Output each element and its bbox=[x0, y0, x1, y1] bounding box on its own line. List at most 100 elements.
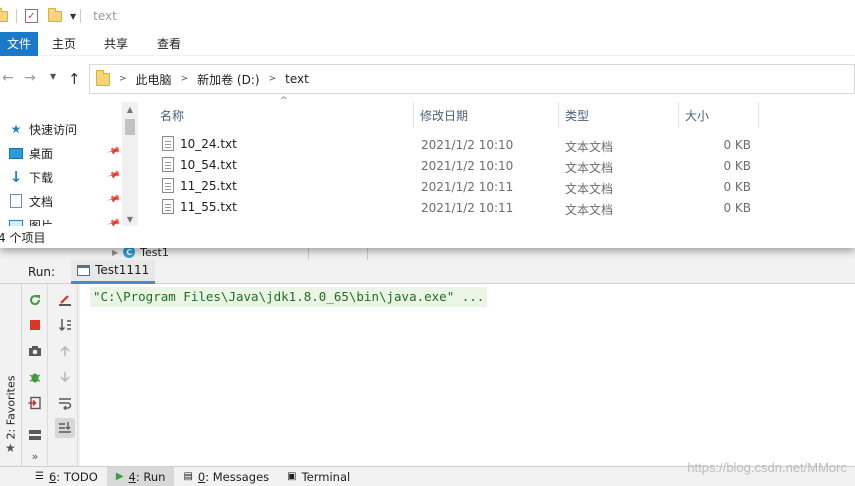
breadcrumb-this-pc[interactable]: 此电脑 bbox=[136, 71, 172, 88]
pin-icon[interactable]: 📌 bbox=[106, 217, 121, 226]
run-toolbar-primary: » bbox=[22, 284, 48, 466]
down-arrow-icon[interactable] bbox=[55, 367, 75, 387]
expand-arrow-icon[interactable]: ▶ bbox=[112, 248, 118, 257]
stop-icon[interactable] bbox=[25, 315, 45, 335]
up-arrow-icon[interactable]: ↑ bbox=[68, 70, 81, 88]
nav-item-label: 图片 bbox=[29, 218, 54, 227]
terminal-icon: ▣ bbox=[287, 471, 297, 482]
item-count: 4 个项目 bbox=[0, 230, 46, 245]
bug-icon[interactable] bbox=[25, 367, 45, 387]
more-icon[interactable]: » bbox=[25, 446, 45, 466]
messages-tool-button[interactable]: ▤ 0: Messages bbox=[174, 467, 278, 486]
chevron-right-icon[interactable]: > bbox=[119, 74, 127, 84]
file-size: 0 KB bbox=[723, 159, 751, 173]
column-headers: 名称 修改日期 类型 大小 bbox=[140, 102, 855, 128]
folder-icon bbox=[96, 69, 110, 86]
file-type: 文本文档 bbox=[565, 182, 614, 196]
column-header-name[interactable]: 名称 bbox=[154, 102, 414, 128]
tab-view[interactable]: 查看 bbox=[157, 35, 181, 52]
file-type: 文本文档 bbox=[565, 203, 614, 217]
text-file-icon bbox=[162, 178, 174, 193]
nav-item-pictures[interactable]: 图片 bbox=[8, 215, 53, 226]
pin-icon[interactable]: 📌 bbox=[106, 169, 121, 183]
file-explorer-window: ✓ ▼ text 文件 主页 共享 查看 ← → ▼ ↑ > 此电脑 > 新加卷… bbox=[0, 0, 855, 248]
column-header-size[interactable]: 大小 bbox=[679, 102, 759, 128]
run-tool-button[interactable]: ▶ 4: Run bbox=[106, 466, 175, 486]
todo-tool-button[interactable]: ☰ 6: TODO bbox=[26, 467, 107, 486]
nav-pane-scrollbar[interactable]: ▲ ▼ bbox=[122, 102, 138, 226]
file-date: 2021/1/2 10:11 bbox=[421, 180, 514, 194]
file-row[interactable]: 10_24.txt 2021/1/2 10:10 文本文档 0 KB bbox=[154, 134, 759, 155]
favorites-tab[interactable]: 2: Favorites bbox=[3, 372, 19, 442]
tab-home[interactable]: 主页 bbox=[52, 35, 76, 52]
new-folder-icon[interactable] bbox=[48, 7, 62, 22]
desktop-icon bbox=[8, 146, 24, 160]
properties-icon[interactable]: ✓ bbox=[25, 9, 38, 23]
toolbar-divider bbox=[16, 9, 17, 23]
text-file-icon bbox=[162, 157, 174, 172]
file-size: 0 KB bbox=[723, 180, 751, 194]
tab-share[interactable]: 共享 bbox=[104, 35, 128, 52]
scrollbar-thumb[interactable] bbox=[125, 119, 135, 135]
star-icon: ★ bbox=[10, 122, 22, 136]
file-size: 0 KB bbox=[723, 138, 751, 152]
scroll-up-icon[interactable]: ▲ bbox=[122, 102, 138, 116]
nav-item-label: 桌面 bbox=[29, 146, 54, 161]
tab-file[interactable]: 文件 bbox=[0, 31, 38, 56]
file-type: 文本文档 bbox=[565, 140, 614, 154]
recent-locations-chevron-icon[interactable]: ▼ bbox=[50, 72, 56, 81]
breadcrumb-current-folder[interactable]: text bbox=[285, 72, 309, 86]
column-header-date[interactable]: 修改日期 bbox=[414, 102, 559, 128]
soft-wrap-icon[interactable] bbox=[55, 393, 75, 413]
up-arrow-icon[interactable] bbox=[55, 341, 75, 361]
camera-icon[interactable] bbox=[25, 341, 45, 361]
window-title: text bbox=[93, 9, 117, 23]
breadcrumb-drive[interactable]: 新加卷 (D:) bbox=[197, 71, 259, 88]
title-bar: ✓ ▼ text bbox=[0, 0, 855, 32]
file-type: 文本文档 bbox=[565, 161, 614, 175]
rerun-icon[interactable] bbox=[25, 290, 45, 310]
star-icon: ★ bbox=[5, 441, 16, 455]
clear-icon[interactable] bbox=[55, 290, 75, 310]
chevron-right-icon[interactable]: > bbox=[269, 74, 277, 84]
forward-arrow-icon[interactable]: → bbox=[24, 70, 36, 86]
title-divider bbox=[80, 9, 82, 23]
file-name: 11_55.txt bbox=[180, 199, 237, 214]
download-icon: ↓ bbox=[9, 168, 23, 186]
file-name: 10_54.txt bbox=[180, 157, 237, 172]
text-file-icon bbox=[162, 136, 174, 151]
terminal-tool-button[interactable]: ▣ Terminal bbox=[278, 467, 359, 486]
column-header-type[interactable]: 类型 bbox=[559, 102, 679, 128]
run-toolbar-secondary bbox=[52, 284, 78, 466]
nav-item-desktop[interactable]: 桌面 bbox=[8, 143, 53, 163]
file-date: 2021/1/2 10:11 bbox=[421, 201, 514, 215]
file-row[interactable]: 11_25.txt 2021/1/2 10:11 文本文档 0 KB bbox=[154, 176, 759, 197]
nav-item-quick-access[interactable]: ★ 快速访问 bbox=[8, 119, 77, 139]
run-config-tab-label: Test1111 bbox=[95, 263, 150, 277]
editor-divider bbox=[308, 246, 368, 260]
pin-icon[interactable]: 📌 bbox=[106, 193, 121, 207]
run-config-tab[interactable]: Test1111 bbox=[71, 259, 156, 284]
console-output[interactable]: "C:\Program Files\Java\jdk1.8.0_65\bin\j… bbox=[80, 284, 855, 466]
file-name: 11_25.txt bbox=[180, 178, 237, 193]
customize-dropdown-icon[interactable]: ▼ bbox=[70, 12, 76, 21]
run-icon: ▶ bbox=[115, 471, 124, 482]
exit-icon[interactable] bbox=[25, 393, 45, 413]
pin-icon[interactable]: 📌 bbox=[106, 145, 121, 159]
terminal-label: Terminal bbox=[301, 469, 351, 484]
nav-item-downloads[interactable]: ↓ 下载 bbox=[8, 167, 53, 187]
pictures-icon bbox=[8, 218, 24, 226]
file-row[interactable]: 10_54.txt 2021/1/2 10:10 文本文档 0 KB bbox=[154, 155, 759, 176]
scroll-down-icon[interactable]: ▼ bbox=[122, 212, 138, 226]
file-row[interactable]: 11_55.txt 2021/1/2 10:11 文本文档 0 KB bbox=[154, 197, 759, 218]
file-list: ^ 名称 修改日期 类型 大小 10_24.txt 2021/1/2 10:10… bbox=[140, 96, 855, 226]
address-bar[interactable]: > 此电脑 > 新加卷 (D:) > text bbox=[89, 64, 855, 94]
nav-item-documents[interactable]: 文档 bbox=[8, 191, 53, 211]
scroll-to-end-icon[interactable] bbox=[55, 418, 75, 438]
back-arrow-icon[interactable]: ← bbox=[2, 70, 14, 86]
layout-icon[interactable] bbox=[25, 425, 45, 445]
nav-item-label: 快速访问 bbox=[29, 122, 78, 137]
sort-icon[interactable] bbox=[55, 315, 75, 335]
watermark: https://blog.csdn.net/MMorc bbox=[687, 460, 847, 475]
chevron-right-icon[interactable]: > bbox=[181, 74, 189, 84]
